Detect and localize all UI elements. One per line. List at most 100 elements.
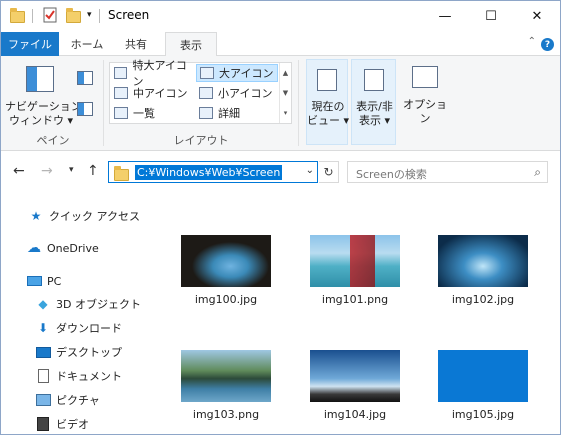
nav-item-quick-access[interactable]: ★ クイック アクセス <box>28 206 140 226</box>
solid-blue-thumbnail <box>438 350 528 402</box>
back-icon[interactable]: ← <box>13 163 25 179</box>
file-list: img100.jpg img101.png img102.jpg img103.… <box>161 193 560 434</box>
document-icon <box>35 369 51 383</box>
show-hide-icon <box>363 69 384 91</box>
nav-item-3d-objects[interactable]: ◆ 3D オブジェクト <box>35 294 141 314</box>
cave-beach-thumbnail <box>181 235 271 287</box>
pane-group-label: ペイン <box>36 134 70 147</box>
file-name: img101.png <box>321 293 389 306</box>
folder-icon <box>114 166 129 181</box>
refresh-icon[interactable]: ↻ <box>319 161 339 183</box>
title-bar: ▾ Screen — ☐ ✕ <box>1 1 560 32</box>
help-icon[interactable]: ? <box>541 38 554 51</box>
recent-locations-icon[interactable]: ▾ <box>69 165 74 175</box>
current-view-label: 現在の ビュー ▾ <box>307 100 350 127</box>
layout-list[interactable]: 一覧 <box>111 104 195 122</box>
navigation-pane: ★ クイック アクセス ☁ OneDrive PC ◆ 3D オブジェクト ⬇ ダウンロ… <box>1 193 161 434</box>
download-arrow-icon: ⬇ <box>37 321 49 335</box>
options-icon <box>412 66 438 88</box>
tab-file[interactable]: ファイル <box>1 32 59 56</box>
new-folder-icon[interactable] <box>66 8 81 24</box>
layout-group-label: レイアウト <box>173 134 229 147</box>
nav-item-desktop[interactable]: デスクトップ <box>35 342 122 362</box>
scroll-up-icon[interactable]: ▲ <box>283 69 288 77</box>
current-view-icon <box>317 69 337 91</box>
ice-cave-thumbnail <box>438 235 528 287</box>
layout-large-icons[interactable]: 大アイコン <box>196 64 278 82</box>
up-icon[interactable]: ↑ <box>87 163 99 179</box>
small-icons-icon <box>199 87 213 99</box>
layout-medium-icons[interactable]: 中アイコン <box>111 84 195 102</box>
ribbon-view: ナビゲーション ウィンドウ ▾ ペイン 特大アイコン 大アイコン 中アイコン 小… <box>1 56 560 151</box>
cube-icon: ◆ <box>38 297 48 311</box>
details-pane-icon[interactable] <box>77 102 93 116</box>
minimize-button[interactable]: — <box>422 1 468 32</box>
search-box[interactable]: Screenの検索 ⌕ <box>347 161 548 183</box>
file-name: img104.jpg <box>323 408 387 421</box>
title-separator <box>99 9 100 23</box>
close-button[interactable]: ✕ <box>514 1 560 32</box>
layout-small-icons[interactable]: 小アイコン <box>196 84 278 102</box>
layout-gallery-scroll[interactable]: ▲ ▼ ▾ <box>279 63 291 123</box>
file-name: img102.jpg <box>451 293 515 306</box>
title-separator <box>32 9 33 23</box>
tab-view[interactable]: 表示 <box>165 32 217 57</box>
file-name: img100.jpg <box>194 293 258 306</box>
address-bar[interactable]: C:¥Windows¥Web¥Screen ⌄ <box>108 161 318 183</box>
desktop-icon <box>35 345 51 359</box>
cloud-icon: ☁ <box>27 240 41 256</box>
nav-item-onedrive[interactable]: ☁ OneDrive <box>26 238 99 258</box>
current-view-button[interactable]: 現在の ビュー ▾ <box>306 59 350 145</box>
search-icon[interactable]: ⌕ <box>534 165 541 180</box>
nav-item-videos[interactable]: ビデオ <box>35 414 89 434</box>
show-hide-button[interactable]: 表示/非 表示 ▾ <box>351 59 396 145</box>
sea-sail-thumbnail <box>310 235 400 287</box>
details-icon <box>199 107 213 119</box>
navigation-pane-icon <box>26 66 54 92</box>
list-icon <box>114 107 128 119</box>
group-separator <box>103 60 104 146</box>
window-title: Screen <box>108 8 150 22</box>
preview-pane-icon[interactable] <box>77 71 93 85</box>
film-icon <box>35 417 51 431</box>
folder-icon <box>10 8 25 24</box>
explorer-window: ▾ Screen — ☐ ✕ ファイル ホーム 共有 表示 ⌃ ? ナビゲーショ… <box>0 0 561 435</box>
file-item[interactable]: img102.jpg <box>433 235 533 306</box>
address-dropdown-icon[interactable]: ⌄ <box>306 165 314 176</box>
nav-item-pictures[interactable]: ピクチャ <box>35 390 100 410</box>
computer-icon <box>26 274 42 288</box>
address-path[interactable]: C:¥Windows¥Web¥Screen <box>135 165 283 180</box>
collapse-ribbon-icon[interactable]: ⌃ <box>528 36 536 47</box>
ribbon-tabs: ファイル ホーム 共有 表示 ⌃ ? <box>1 32 560 57</box>
mountain-lake-thumbnail <box>181 350 271 402</box>
tab-share[interactable]: 共有 <box>115 32 157 56</box>
properties-icon[interactable] <box>43 7 57 23</box>
file-item[interactable]: img105.jpg <box>433 350 533 421</box>
gallery-more-icon[interactable]: ▾ <box>284 109 288 117</box>
star-icon: ★ <box>30 209 42 223</box>
file-item[interactable]: img101.png <box>305 235 405 306</box>
file-item[interactable]: img100.jpg <box>176 235 276 306</box>
options-label: オプション <box>403 98 447 125</box>
address-row: ← → ▾ ↑ C:¥Windows¥Web¥Screen ⌄ ↻ Screen… <box>1 151 560 193</box>
group-separator <box>298 60 299 146</box>
picture-icon <box>35 393 51 407</box>
file-name: img103.png <box>192 408 260 421</box>
maximize-button[interactable]: ☐ <box>468 1 514 32</box>
layout-extra-large-icons[interactable]: 特大アイコン <box>111 59 195 88</box>
medium-icons-icon <box>114 87 128 99</box>
layout-gallery: 特大アイコン 大アイコン 中アイコン 小アイコン 一覧 詳細 ▲ ▼ ▾ <box>109 59 292 124</box>
nav-item-downloads[interactable]: ⬇ ダウンロード <box>35 318 122 338</box>
layout-details[interactable]: 詳細 <box>196 104 278 122</box>
file-item[interactable]: img104.jpg <box>305 350 405 421</box>
extra-large-icons-icon <box>114 67 128 79</box>
file-item[interactable]: img103.png <box>176 350 276 421</box>
tab-home[interactable]: ホーム <box>63 32 111 56</box>
nav-item-documents[interactable]: ドキュメント <box>35 366 122 386</box>
nav-item-pc[interactable]: PC <box>26 271 61 291</box>
large-icons-icon <box>200 67 214 79</box>
scroll-down-icon[interactable]: ▼ <box>283 89 288 97</box>
show-hide-label: 表示/非 表示 ▾ <box>356 100 393 127</box>
forward-icon[interactable]: → <box>41 163 53 179</box>
customize-toolbar-icon[interactable]: ▾ <box>87 10 92 26</box>
